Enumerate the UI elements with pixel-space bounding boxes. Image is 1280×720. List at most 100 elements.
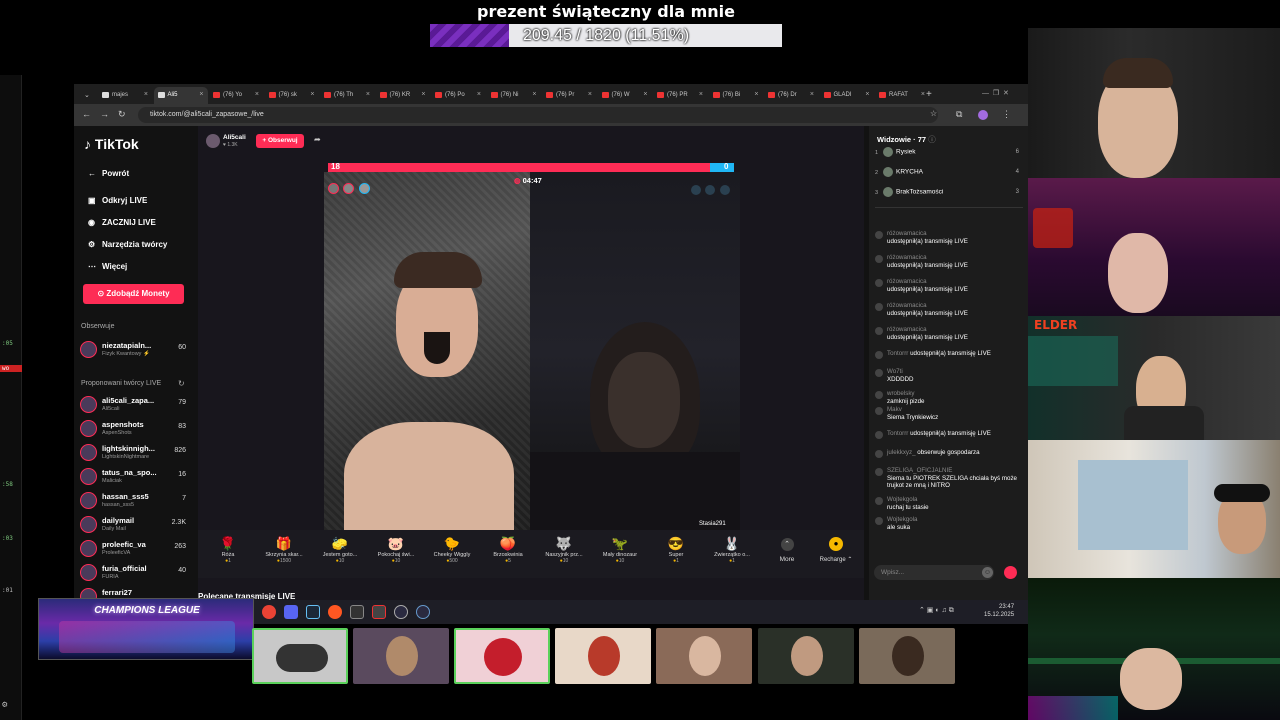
browser-tab[interactable]: (76) sk × [265, 87, 319, 104]
like-heart-icon[interactable] [1004, 566, 1017, 579]
chat-username[interactable]: julekkxyz_ [887, 449, 916, 456]
stream-thumbnail[interactable] [252, 628, 348, 684]
gift-item[interactable]: 🍑 Brzoskwinia ●5 [481, 536, 535, 576]
browser-tab[interactable]: (76) PR × [653, 87, 707, 104]
refresh-icon[interactable]: ↻ [178, 379, 185, 388]
chat-username[interactable]: różowamacica [887, 254, 927, 261]
gift-item[interactable]: 🐷 Pokochaj świ... ●10 [369, 536, 423, 576]
browser-tab[interactable]: RAFAT × [875, 87, 929, 104]
recharge-button[interactable]: ● Recharge ⌃ [814, 536, 858, 576]
stream-thumbnail[interactable] [656, 628, 752, 684]
gear-icon[interactable] [416, 605, 430, 619]
chat-username[interactable]: Wo7ti [887, 368, 903, 375]
close-tab-icon[interactable]: × [588, 91, 592, 98]
browser-tab[interactable]: GLADI × [820, 87, 874, 104]
settings-icon[interactable]: ⚙ [0, 700, 22, 710]
chat-username[interactable]: Makv [887, 406, 902, 413]
host-name[interactable]: Ali5cali [223, 134, 246, 141]
nav-go-live[interactable]: ◉ ZACZNIJ LIVE [88, 218, 156, 227]
suggested-creator[interactable]: aspenshots AspenShots 83 [80, 419, 192, 441]
browser-tab[interactable]: (76) Dr × [764, 87, 818, 104]
info-icon[interactable]: ⓘ [928, 135, 936, 144]
chat-username[interactable]: Wojtekgola [887, 516, 918, 523]
close-tab-icon[interactable]: × [144, 91, 148, 98]
chat-username[interactable]: różowamacica [887, 230, 927, 237]
gift-item[interactable]: 🐰 Zwierzątko o... ●1 [705, 536, 759, 576]
chat-username[interactable]: Tontorrr [887, 430, 908, 437]
browser-tab[interactable]: Ali5 × [153, 87, 208, 104]
browser-tab[interactable]: (76) Yo × [209, 87, 263, 104]
share-icon[interactable]: ➦ [314, 135, 321, 144]
app-icon[interactable] [372, 605, 386, 619]
url-input[interactable]: tiktok.com/@ali5cali_zapasowe_/live [138, 107, 938, 123]
gift-item[interactable]: 🐺 Naszyjnik prz... ●10 [537, 536, 591, 576]
follow-button[interactable]: + Obserwuj [256, 134, 304, 148]
browser-tab[interactable]: (76) Pr × [542, 87, 596, 104]
nav-more[interactable]: ⋯ Więcej [88, 262, 127, 271]
gift-item[interactable]: 😎 Super ●1 [649, 536, 703, 576]
top-viewer[interactable]: 1 Rysiek 6 [875, 147, 1023, 161]
chat-username[interactable]: wrobelsky [887, 390, 915, 397]
new-tab-button[interactable]: + [924, 87, 938, 104]
tiktok-logo[interactable]: ♪ TikTok [84, 136, 139, 152]
browser-tab[interactable]: (76) Po × [431, 87, 485, 104]
top-gifters-left[interactable] [328, 181, 378, 194]
obs-icon[interactable] [328, 605, 342, 619]
forward-icon[interactable]: → [100, 109, 109, 119]
browser-tab[interactable]: (76) Bi × [709, 87, 763, 104]
reload-icon[interactable]: ↻ [118, 109, 126, 120]
extensions-icon[interactable]: ⧉ [956, 109, 962, 120]
browser-tab[interactable]: (76) Ni × [487, 87, 541, 104]
clock[interactable]: 23:47 15.12.2025 [984, 603, 1014, 619]
close-tab-icon[interactable]: × [477, 91, 481, 98]
suggested-creator[interactable]: lightskinnigh... LightskinNightmare 826 [80, 443, 192, 465]
chat-username[interactable]: Wojtekgola [887, 496, 918, 503]
stream-thumbnail[interactable] [353, 628, 449, 684]
browser-tab[interactable]: (76) W × [598, 87, 652, 104]
suggested-creator[interactable]: furia_official FURIA 40 [80, 563, 192, 585]
chat-username[interactable]: różowamacica [887, 302, 927, 309]
more-gifts-button[interactable]: ⌃ More [775, 536, 799, 576]
suggested-creator[interactable]: hassan_sss5 hassan_sss5 7 [80, 491, 192, 513]
close-tab-icon[interactable]: × [699, 91, 703, 98]
stream-thumbnail[interactable] [758, 628, 854, 684]
browser-tab[interactable]: (76) Th × [320, 87, 374, 104]
get-coins-button[interactable]: ⊙ Zdobądź Monety [83, 284, 184, 304]
chat-username[interactable]: SZELIGA_OFICJALNIE [887, 467, 952, 474]
close-tab-icon[interactable]: × [366, 91, 370, 98]
steam-icon[interactable] [306, 605, 320, 619]
settings-icon[interactable] [394, 605, 408, 619]
browser-tab[interactable]: majes × [98, 87, 152, 104]
close-tab-icon[interactable]: × [754, 91, 758, 98]
host-avatar[interactable] [206, 134, 220, 148]
top-viewer[interactable]: 2 KRYCHA 4 [875, 167, 1023, 181]
close-tab-icon[interactable]: × [255, 91, 259, 98]
stream-thumbnail[interactable] [555, 628, 651, 684]
suggested-creator[interactable]: tatus_na_spo... Maliciak 16 [80, 467, 192, 489]
nav-creator-tools[interactable]: ⚙ Narzędzia twórcy [88, 240, 167, 249]
tray-icons[interactable]: ⌃ ▣ ◐ ♫ ⧉ [919, 606, 954, 615]
close-tab-icon[interactable]: × [199, 91, 203, 98]
chat-username[interactable]: różowamacica [887, 326, 927, 333]
followed-creator[interactable]: niezatapialn... Fizyk Kwantowy ⚡ 60 [80, 340, 192, 362]
suggested-creator[interactable]: proleefic_va ProleeficVA 263 [80, 539, 192, 561]
bookmark-star-icon[interactable]: ☆ [930, 109, 937, 118]
gift-item[interactable]: 🦖 Mały dinozaur ●10 [593, 536, 647, 576]
top-viewer[interactable]: 3 BrakTożsamości 3 [875, 187, 1023, 201]
emoji-icon[interactable]: ☺ [982, 567, 993, 578]
close-tab-icon[interactable]: × [532, 91, 536, 98]
chat-username[interactable]: Tontorrr [887, 350, 908, 357]
gift-item[interactable]: 🧽 Jestem goto... ●10 [313, 536, 367, 576]
gift-item[interactable]: 🎁 Skrzynia skar... ●1500 [257, 536, 311, 576]
gift-item[interactable]: 🌹 Róża ●1 [201, 536, 255, 576]
discord-icon[interactable] [284, 605, 298, 619]
suggested-creator[interactable]: dailymail Daily Mail 2.3K [80, 515, 192, 537]
chat-username[interactable]: różowamacica [887, 278, 927, 285]
nav-explore-live[interactable]: ▣ Odkryj LIVE [88, 196, 147, 205]
top-gifters-right[interactable] [691, 182, 735, 195]
app-icon[interactable] [350, 605, 364, 619]
close-tab-icon[interactable]: × [643, 91, 647, 98]
nav-back[interactable]: ← Powrót [88, 169, 129, 178]
close-tab-icon[interactable]: × [310, 91, 314, 98]
profile-avatar[interactable] [978, 110, 988, 120]
